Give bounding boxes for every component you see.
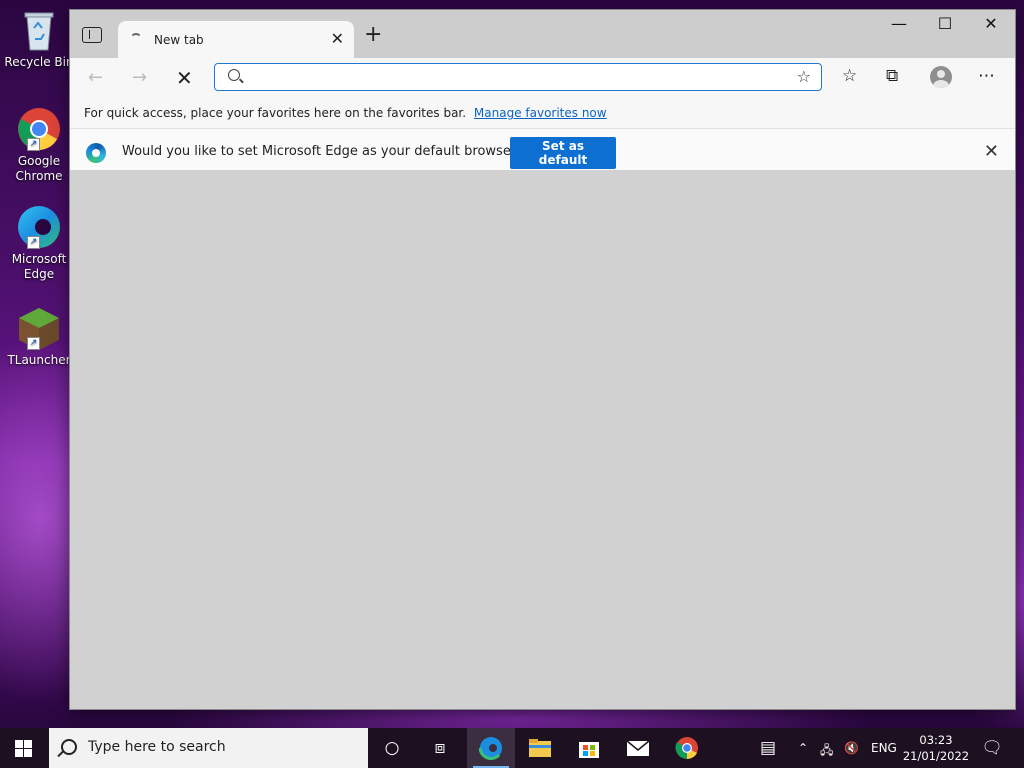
edge-logo-icon: [86, 143, 106, 163]
tab-new-tab[interactable]: New tab ✕: [118, 21, 354, 58]
search-icon: [61, 739, 77, 755]
shortcut-arrow-icon: ↗: [27, 138, 40, 151]
shortcut-arrow-icon: ↗: [27, 337, 40, 350]
taskbar: Type here to search ○ ⧈ ▤ ⌃ 🖧 🔇 ENG 03:2…: [0, 728, 1024, 768]
task-view-icon[interactable]: ⧈: [428, 736, 452, 760]
edge-window: New tab ✕ + — ☐ ✕ ← → ✕ ☆ ☆ ⧉ ⋯ For quic…: [70, 10, 1015, 709]
microsoft-store-icon[interactable]: [577, 736, 601, 760]
add-favorite-icon[interactable]: ☆: [797, 67, 811, 86]
clock-time: 03:23: [919, 733, 953, 747]
edge-icon: ↗: [17, 205, 61, 249]
desktop-icon-google-chrome[interactable]: ↗ Google Chrome: [4, 107, 74, 184]
navigation-bar: ← → ✕ ☆ ☆ ⧉ ⋯: [70, 58, 1015, 98]
clock-date: 21/01/2022: [902, 749, 970, 763]
tab-title: New tab: [154, 33, 204, 47]
manage-favorites-link[interactable]: Manage favorites now: [474, 106, 607, 120]
desktop-icon-tlauncher[interactable]: ↗ TLauncher: [4, 306, 74, 368]
chrome-icon: ↗: [17, 107, 61, 151]
cortana-icon[interactable]: ○: [380, 736, 404, 760]
tab-bar: New tab ✕ + — ☐ ✕: [70, 10, 1015, 58]
taskbar-edge-icon[interactable]: [478, 736, 503, 760]
set-as-default-button[interactable]: Set as default: [510, 137, 616, 169]
clock[interactable]: 03:23 21/01/2022: [901, 732, 971, 764]
desktop-icon-recycle-bin[interactable]: Recycle Bin: [4, 8, 74, 70]
page-content: [70, 170, 1015, 709]
search-icon: [228, 69, 240, 81]
loading-spinner-icon: [130, 33, 142, 45]
taskbar-search-box[interactable]: Type here to search: [49, 728, 368, 768]
infobar-message: Would you like to set Microsoft Edge as …: [122, 144, 524, 159]
network-icon[interactable]: 🖧: [820, 741, 833, 762]
start-icon[interactable]: [15, 740, 32, 757]
address-bar[interactable]: ☆: [214, 63, 822, 91]
back-icon[interactable]: ←: [88, 67, 103, 88]
volume-muted-icon[interactable]: 🔇: [844, 741, 859, 755]
minimize-icon[interactable]: —: [876, 14, 922, 33]
taskbar-search-placeholder: Type here to search: [88, 739, 226, 755]
notifications-icon[interactable]: 🗨: [980, 736, 1004, 760]
favorites-icon[interactable]: ☆: [842, 66, 857, 86]
forward-icon[interactable]: →: [132, 67, 147, 88]
show-hidden-icons[interactable]: ⌃: [798, 741, 808, 755]
new-tab-icon[interactable]: +: [364, 22, 382, 47]
desktop-icon-microsoft-edge[interactable]: ↗ Microsoft Edge: [4, 205, 74, 282]
more-options-icon[interactable]: ⋯: [978, 66, 995, 86]
tlauncher-icon: ↗: [17, 306, 61, 350]
stop-loading-icon[interactable]: ✕: [176, 66, 193, 90]
shortcut-arrow-icon: ↗: [27, 236, 40, 249]
maximize-icon[interactable]: ☐: [922, 14, 968, 33]
infobar-close-icon[interactable]: ✕: [984, 141, 999, 162]
file-explorer-icon[interactable]: [528, 736, 552, 760]
favorites-bar-message: For quick access, place your favorites h…: [84, 106, 467, 120]
favorites-bar: For quick access, place your favorites h…: [70, 98, 1015, 128]
mail-icon[interactable]: [626, 736, 650, 760]
taskbar-chrome-icon[interactable]: [675, 736, 699, 760]
tab-actions-icon[interactable]: [82, 27, 102, 43]
tab-close-icon[interactable]: ✕: [331, 29, 344, 48]
profile-avatar-icon[interactable]: [930, 66, 952, 88]
close-window-icon[interactable]: ✕: [968, 14, 1014, 33]
collections-icon[interactable]: ⧉: [886, 66, 898, 86]
language-indicator[interactable]: ENG: [871, 741, 897, 755]
recycle-bin-icon: [17, 8, 61, 52]
news-widget-icon[interactable]: ▤: [756, 736, 780, 760]
